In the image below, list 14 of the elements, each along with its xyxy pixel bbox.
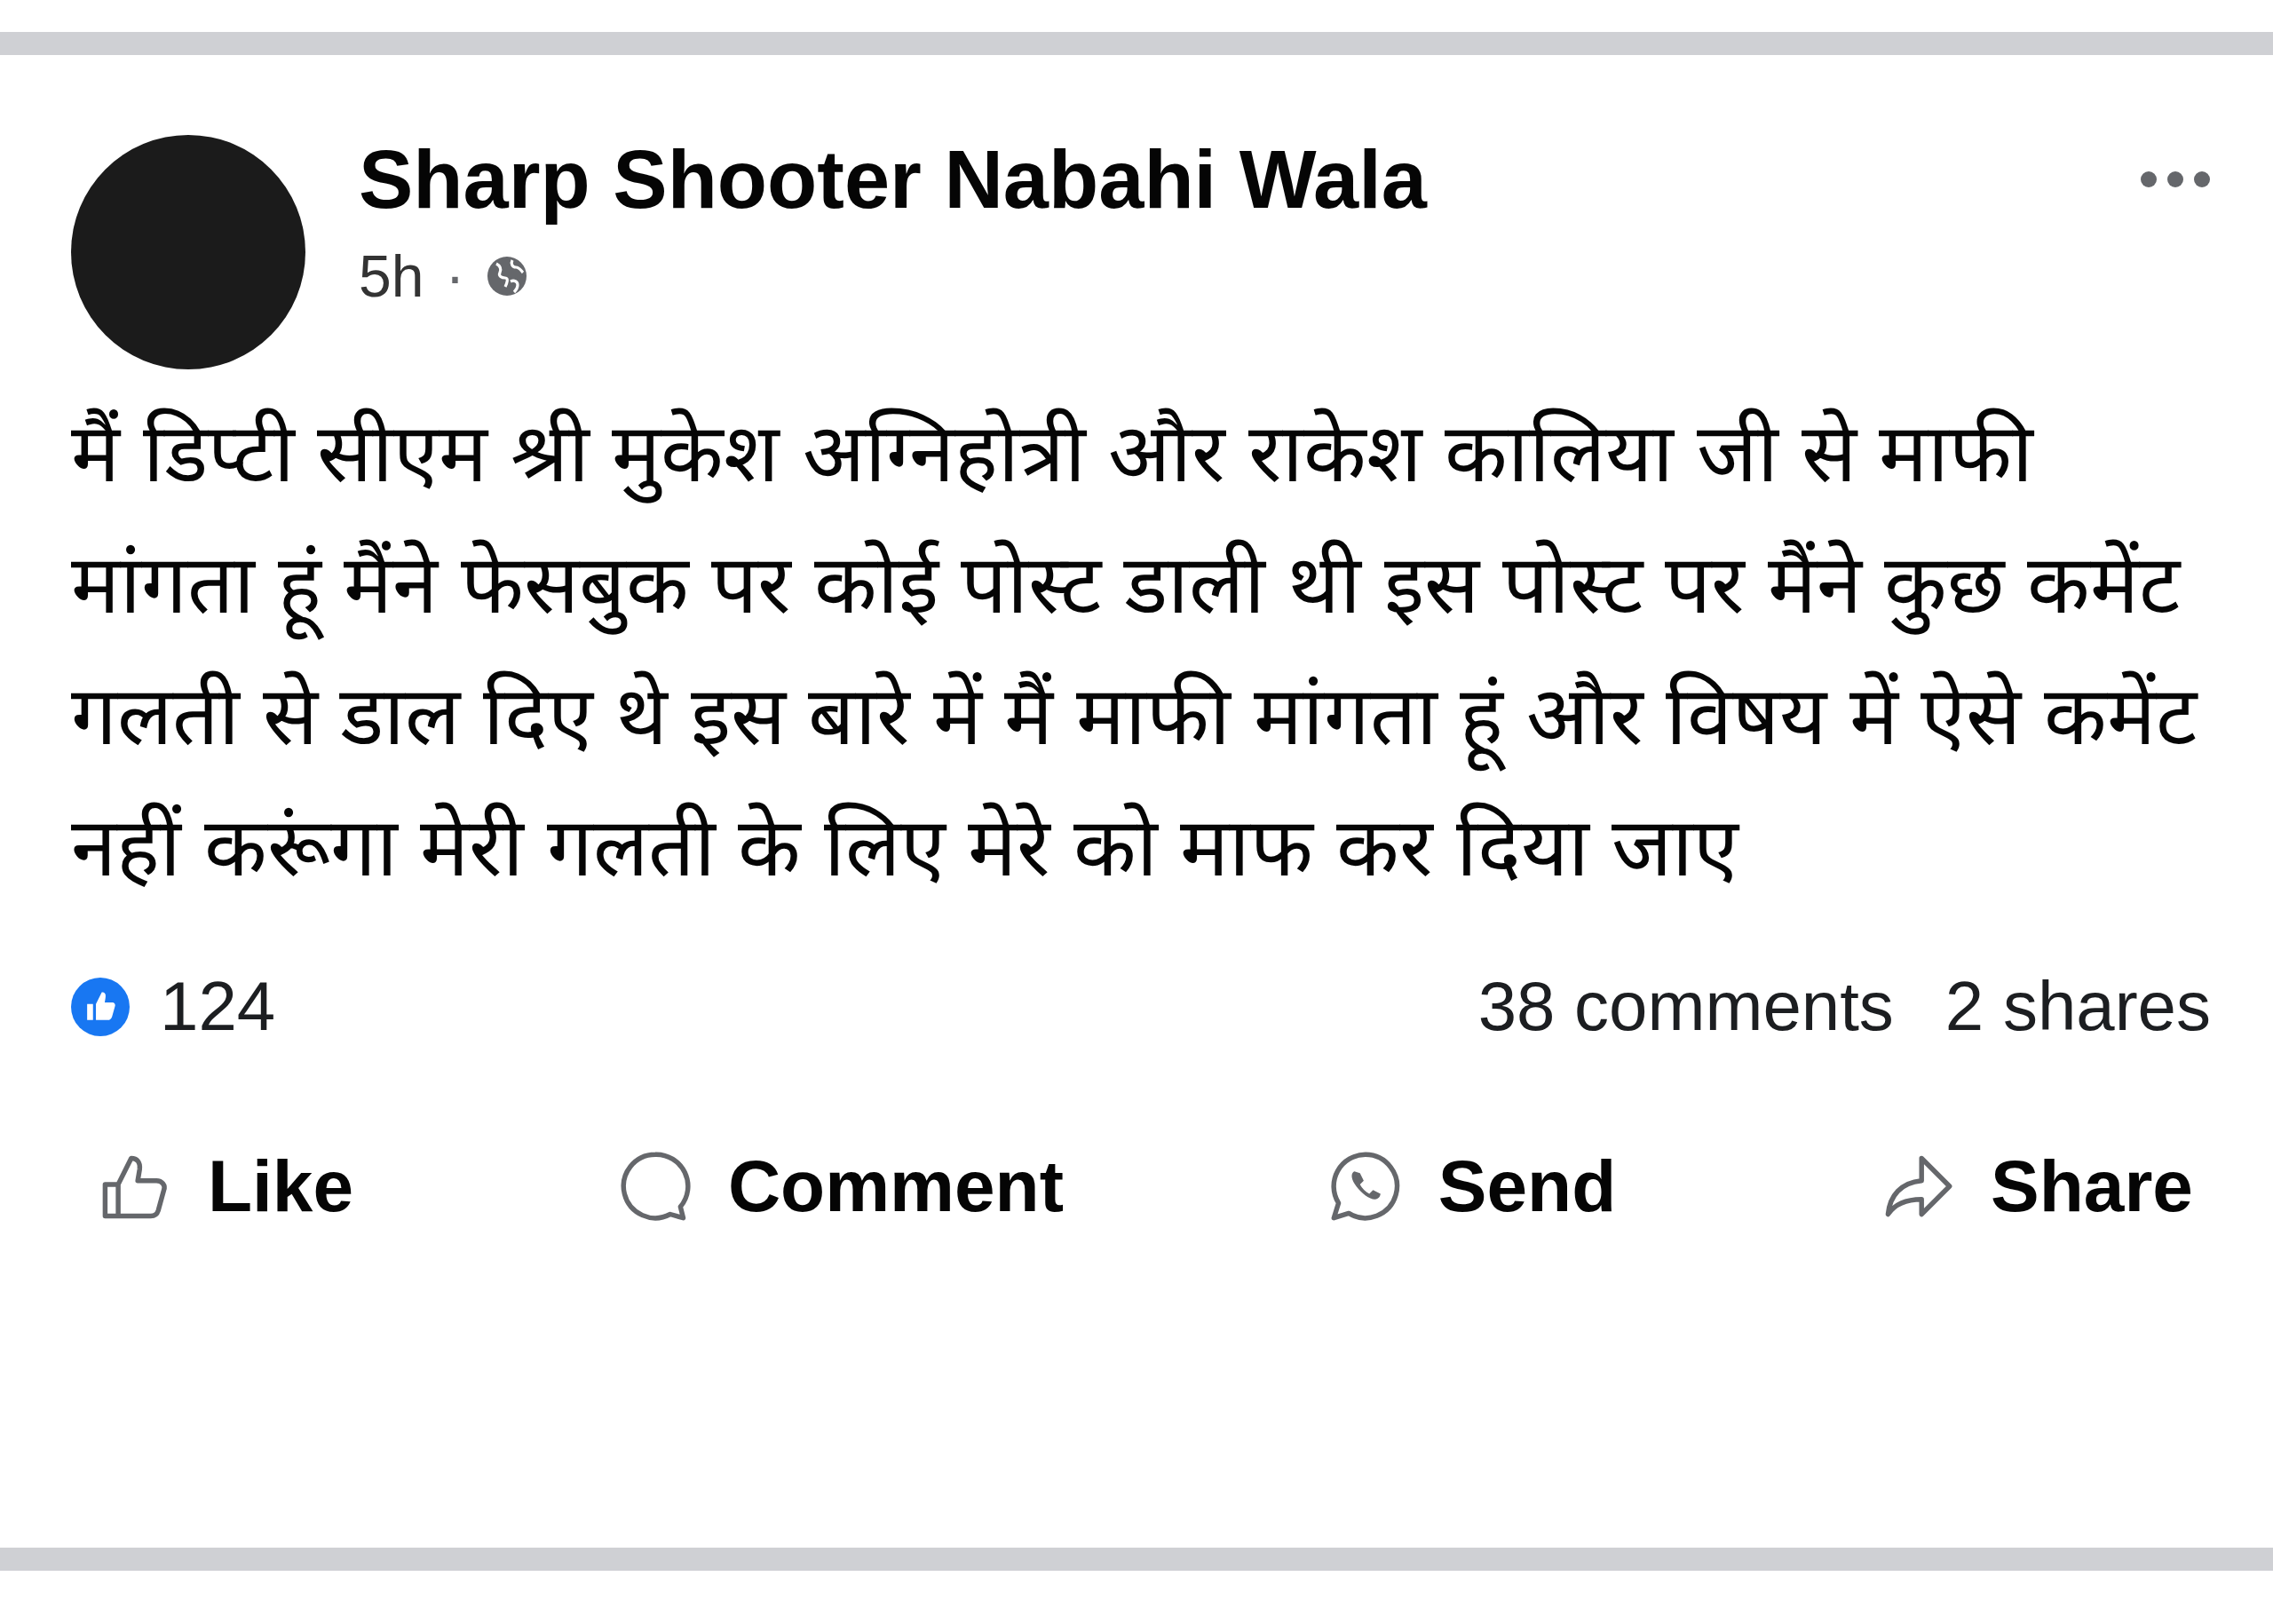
- comment-button[interactable]: Comment: [617, 1145, 1064, 1228]
- comment-count[interactable]: 38 comments: [1477, 966, 1894, 1047]
- like-button[interactable]: Like: [98, 1145, 354, 1228]
- share-button[interactable]: Share: [1881, 1145, 2193, 1228]
- more-options-icon[interactable]: [2140, 170, 2211, 188]
- post-text: मैं डिप्टी सीएम श्री मुकेश अग्निहोत्री और राकेश कालिया जी से माफी मांगता हूं मैंने फेसबुक पर कोई पोस्ट डाली थी इस पोस्ट पर मैंने कुछ कमेंट गलती से डाल दिए थे इस बारे में मैं माफी मांगता हूं और विषय में ऐसे कमेंट नहीं करूंगा मेरी गलती के लिए मेरे को माफ कर दिया जाए: [71, 407, 2199, 894]
- author-name[interactable]: Sharp Shooter Nabahi Wala: [359, 135, 2087, 226]
- globe-icon: [486, 255, 529, 298]
- like-reaction-icon: [71, 977, 130, 1036]
- reaction-count[interactable]: 124: [160, 966, 276, 1047]
- send-button[interactable]: Send: [1327, 1145, 1617, 1228]
- separator-dot: ·: [445, 242, 465, 311]
- post-time[interactable]: 5h: [359, 242, 424, 311]
- share-count[interactable]: 2 shares: [1944, 966, 2211, 1047]
